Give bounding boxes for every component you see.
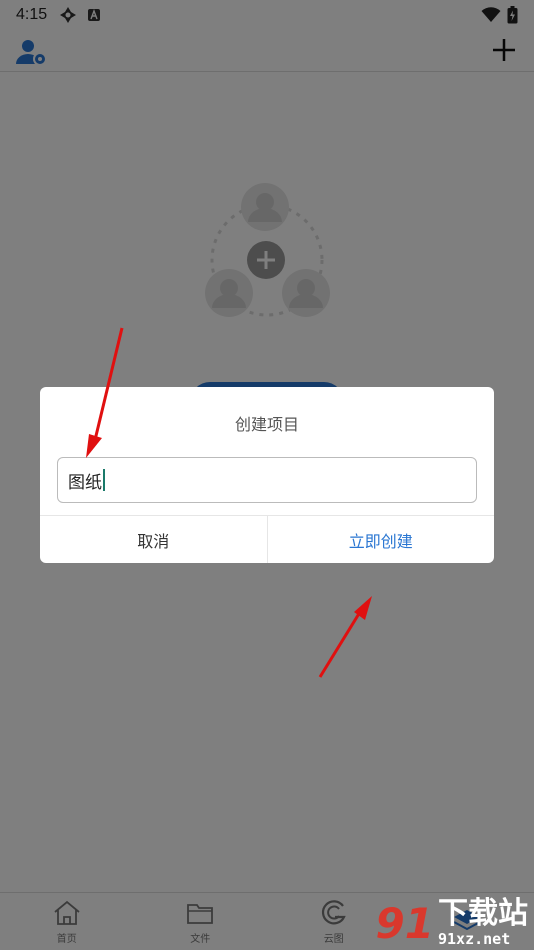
project-name-input[interactable]: 图纸 — [57, 457, 477, 503]
dialog-actions: 取消 立即创建 — [40, 515, 494, 563]
create-now-button[interactable]: 立即创建 — [268, 516, 495, 563]
project-name-value: 图纸 — [68, 472, 102, 493]
text-caret — [103, 469, 105, 491]
dialog-title: 创建项目 — [234, 415, 299, 434]
watermark-logo: 91 — [375, 898, 434, 948]
watermark-cn: 下载站 — [438, 896, 528, 931]
cancel-button[interactable]: 取消 — [40, 516, 268, 563]
watermark: 91 下载站 91xz.net — [375, 896, 528, 949]
create-project-dialog: 创建项目 图纸 取消 立即创建 — [40, 387, 494, 563]
watermark-en: 91xz.net — [438, 930, 511, 948]
